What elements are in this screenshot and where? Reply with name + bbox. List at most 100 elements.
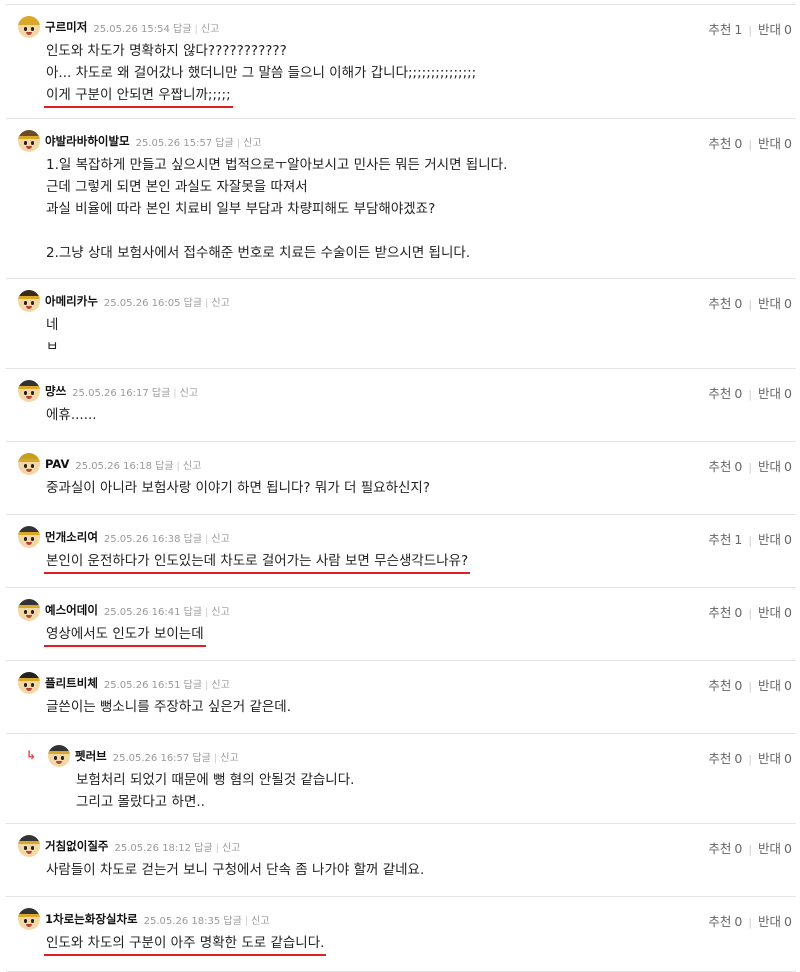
comment-body: 인도와 차도의 구분이 아주 명확한 도로 같습니다. bbox=[44, 932, 327, 956]
reply-link[interactable]: 답글 bbox=[192, 753, 210, 764]
downvote-count: 0 bbox=[784, 386, 792, 401]
avatar-icon[interactable] bbox=[18, 599, 40, 621]
upvote-button[interactable]: 추천 1 bbox=[708, 532, 742, 547]
downvote-button[interactable]: 반대 0 bbox=[758, 386, 792, 401]
comment-meta: 25.05.26 15:54 답글 | 신고 bbox=[93, 20, 219, 35]
divider: | bbox=[176, 460, 180, 472]
report-link[interactable]: 신고 bbox=[201, 24, 219, 35]
avatar-icon[interactable] bbox=[48, 745, 70, 767]
report-link[interactable]: 신고 bbox=[251, 916, 269, 927]
comment-item: PAV 25.05.26 16:18 답글 | 신고 추천 0 | 반대 0 중과실이 아니라 보… bbox=[6, 442, 796, 515]
comment-author[interactable]: 아메리카누 bbox=[45, 293, 98, 309]
comment-author[interactable]: 먕쓰 bbox=[45, 383, 66, 399]
vote-box: 추천 0 | 반대 0 bbox=[708, 675, 792, 694]
divider: | bbox=[748, 138, 753, 151]
comment-item: 구르미저 25.05.26 15:54 답글 | 신고 추천 1 | 반대 0 인도와 차도가 명… bbox=[6, 4, 796, 119]
divider: | bbox=[748, 298, 753, 311]
comment-item: ↳ 펫러브 25.05.26 16:57 답글 | 신고 추천 0 | 반대 0 보험처리 되었기 … bbox=[6, 734, 796, 824]
upvote-button[interactable]: 추천 0 bbox=[708, 751, 742, 766]
avatar-icon[interactable] bbox=[18, 16, 40, 38]
upvote-label: 추천 bbox=[708, 532, 732, 547]
downvote-button[interactable]: 반대 0 bbox=[758, 459, 792, 474]
report-link[interactable]: 신고 bbox=[222, 843, 240, 854]
upvote-count: 1 bbox=[734, 22, 743, 37]
downvote-button[interactable]: 반대 0 bbox=[758, 296, 792, 311]
comment-author[interactable]: 구르미저 bbox=[45, 19, 87, 35]
downvote-button[interactable]: 반대 0 bbox=[758, 678, 792, 693]
comment-author[interactable]: 펫러브 bbox=[75, 748, 107, 764]
report-link[interactable]: 신고 bbox=[243, 138, 261, 149]
comment-author[interactable]: 먼개소리여 bbox=[45, 529, 98, 545]
vote-box: 추천 0 | 반대 0 bbox=[708, 748, 792, 767]
comment-author[interactable]: 1차로는화장실차로 bbox=[45, 911, 138, 927]
comment-body: 인도와 차도가 명확하지 않다??????????? 아... 차도로 왜 걸어갔… bbox=[44, 40, 476, 108]
reply-link[interactable]: 답글 bbox=[184, 680, 202, 691]
avatar-icon[interactable] bbox=[18, 290, 40, 312]
report-link[interactable]: 신고 bbox=[180, 388, 198, 399]
comment-body: 사람들이 차도로 걷는거 보니 구청에서 단속 좀 나가야 할꺼 같네요. bbox=[46, 859, 424, 881]
downvote-button[interactable]: 반대 0 bbox=[758, 841, 792, 856]
avatar-icon[interactable] bbox=[18, 908, 40, 930]
vote-box: 추천 0 | 반대 0 bbox=[708, 911, 792, 930]
reply-link[interactable]: 답글 bbox=[173, 24, 191, 35]
vote-box: 추천 1 | 반대 0 bbox=[708, 19, 792, 38]
upvote-button[interactable]: 추천 0 bbox=[708, 605, 742, 620]
comment-line: 글쓴이는 뻥소니를 주장하고 싶은거 같은데. bbox=[46, 699, 292, 715]
upvote-button[interactable]: 추천 0 bbox=[708, 678, 742, 693]
upvote-button[interactable]: 추천 0 bbox=[708, 386, 742, 401]
downvote-button[interactable]: 반대 0 bbox=[758, 751, 792, 766]
avatar-icon[interactable] bbox=[18, 130, 40, 152]
divider: | bbox=[748, 24, 753, 37]
downvote-button[interactable]: 반대 0 bbox=[758, 22, 792, 37]
comment-date: 25.05.26 16:57 bbox=[112, 752, 190, 764]
upvote-button[interactable]: 추천 0 bbox=[708, 136, 742, 151]
comment-author[interactable]: PAV bbox=[45, 457, 69, 471]
downvote-button[interactable]: 반대 0 bbox=[758, 605, 792, 620]
comment-header: 거침없이질주 25.05.26 18:12 답글 | 신고 bbox=[18, 834, 240, 858]
reply-link[interactable]: 답글 bbox=[223, 916, 241, 927]
report-link[interactable]: 신고 bbox=[211, 534, 229, 545]
reply-link[interactable]: 답글 bbox=[215, 138, 233, 149]
avatar-icon[interactable] bbox=[18, 526, 40, 548]
upvote-button[interactable]: 추천 0 bbox=[708, 914, 742, 929]
reply-link[interactable]: 답글 bbox=[152, 388, 170, 399]
upvote-button[interactable]: 추천 0 bbox=[708, 841, 742, 856]
reply-link[interactable]: 답글 bbox=[184, 534, 202, 545]
downvote-button[interactable]: 반대 0 bbox=[758, 532, 792, 547]
upvote-label: 추천 bbox=[708, 914, 732, 929]
comment-item: 야발라바하이발모 25.05.26 15:57 답글 | 신고 추천 0 | 반대 0 1.일 복… bbox=[6, 119, 796, 279]
report-link[interactable]: 신고 bbox=[211, 680, 229, 691]
comment-date: 25.05.26 18:12 bbox=[114, 842, 192, 854]
upvote-button[interactable]: 추천 0 bbox=[708, 296, 742, 311]
upvote-button[interactable]: 추천 1 bbox=[708, 22, 742, 37]
comment-meta: 25.05.26 18:35 답글 | 신고 bbox=[144, 912, 270, 927]
downvote-button[interactable]: 반대 0 bbox=[758, 914, 792, 929]
upvote-count: 0 bbox=[734, 678, 743, 693]
avatar-icon[interactable] bbox=[18, 453, 40, 475]
comment-line: 이게 구분이 안되면 우짭니까;;;;; bbox=[44, 86, 233, 108]
comment-line: 본인이 운전하다가 인도있는데 차도로 걸어가는 사람 보면 무슨생각드나유? bbox=[44, 552, 471, 574]
report-link[interactable]: 신고 bbox=[183, 461, 201, 472]
comment-author[interactable]: 플리트비체 bbox=[45, 675, 98, 691]
avatar-icon[interactable] bbox=[18, 835, 40, 857]
comment-author[interactable]: 거침없이질주 bbox=[45, 838, 108, 854]
comment-meta: 25.05.26 16:41 답글 | 신고 bbox=[104, 603, 230, 618]
downvote-count: 0 bbox=[784, 751, 792, 766]
comment-meta: 25.05.26 16:57 답글 | 신고 bbox=[113, 749, 239, 764]
avatar-icon[interactable] bbox=[18, 380, 40, 402]
report-link[interactable]: 신고 bbox=[211, 607, 229, 618]
comment-header: 1차로는화장실차로 25.05.26 18:35 답글 | 신고 bbox=[18, 907, 270, 931]
comment-author[interactable]: 야발라바하이발모 bbox=[45, 133, 130, 149]
reply-link[interactable]: 답글 bbox=[155, 461, 173, 472]
avatar-icon[interactable] bbox=[18, 672, 40, 694]
comment-author[interactable]: 예스어데이 bbox=[45, 602, 98, 618]
reply-link[interactable]: 답글 bbox=[194, 843, 212, 854]
downvote-button[interactable]: 반대 0 bbox=[758, 136, 792, 151]
reply-link[interactable]: 답글 bbox=[184, 607, 202, 618]
reply-link[interactable]: 답글 bbox=[184, 298, 202, 309]
report-link[interactable]: 신고 bbox=[211, 298, 229, 309]
report-link[interactable]: 신고 bbox=[220, 753, 238, 764]
upvote-button[interactable]: 추천 0 bbox=[708, 459, 742, 474]
downvote-label: 반대 bbox=[758, 751, 782, 766]
comment-line: ㅂ bbox=[46, 339, 59, 355]
